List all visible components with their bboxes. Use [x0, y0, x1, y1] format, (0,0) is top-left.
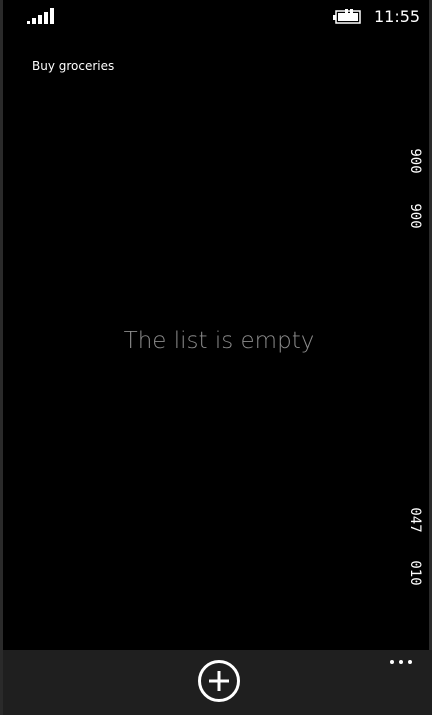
add-item-button[interactable]: [198, 660, 240, 702]
signal-bars-icon: [27, 8, 54, 24]
debug-counter-4: 010: [405, 553, 425, 593]
app-bar: [3, 650, 432, 715]
more-options-button[interactable]: [385, 654, 417, 670]
add-circle-icon: [209, 671, 229, 691]
phone-screen: 11:55 Buy groceries The list is empty 90…: [0, 0, 432, 715]
debug-counter-3: 047: [405, 500, 425, 540]
debug-counter-value: 900: [407, 203, 423, 229]
battery-charging-icon: [333, 9, 361, 24]
empty-list-message: The list is empty: [123, 328, 315, 354]
status-bar: 11:55: [3, 0, 432, 36]
ellipsis-icon: [390, 660, 412, 664]
clock: 11:55: [374, 7, 421, 26]
debug-counter-1: 900: [405, 141, 425, 181]
debug-counter-value: 047: [407, 507, 423, 533]
debug-counter-value: 010: [407, 560, 423, 586]
app-title: Buy groceries: [32, 59, 115, 73]
debug-counter-value: 900: [407, 148, 423, 174]
debug-counter-2: 900: [405, 196, 425, 236]
